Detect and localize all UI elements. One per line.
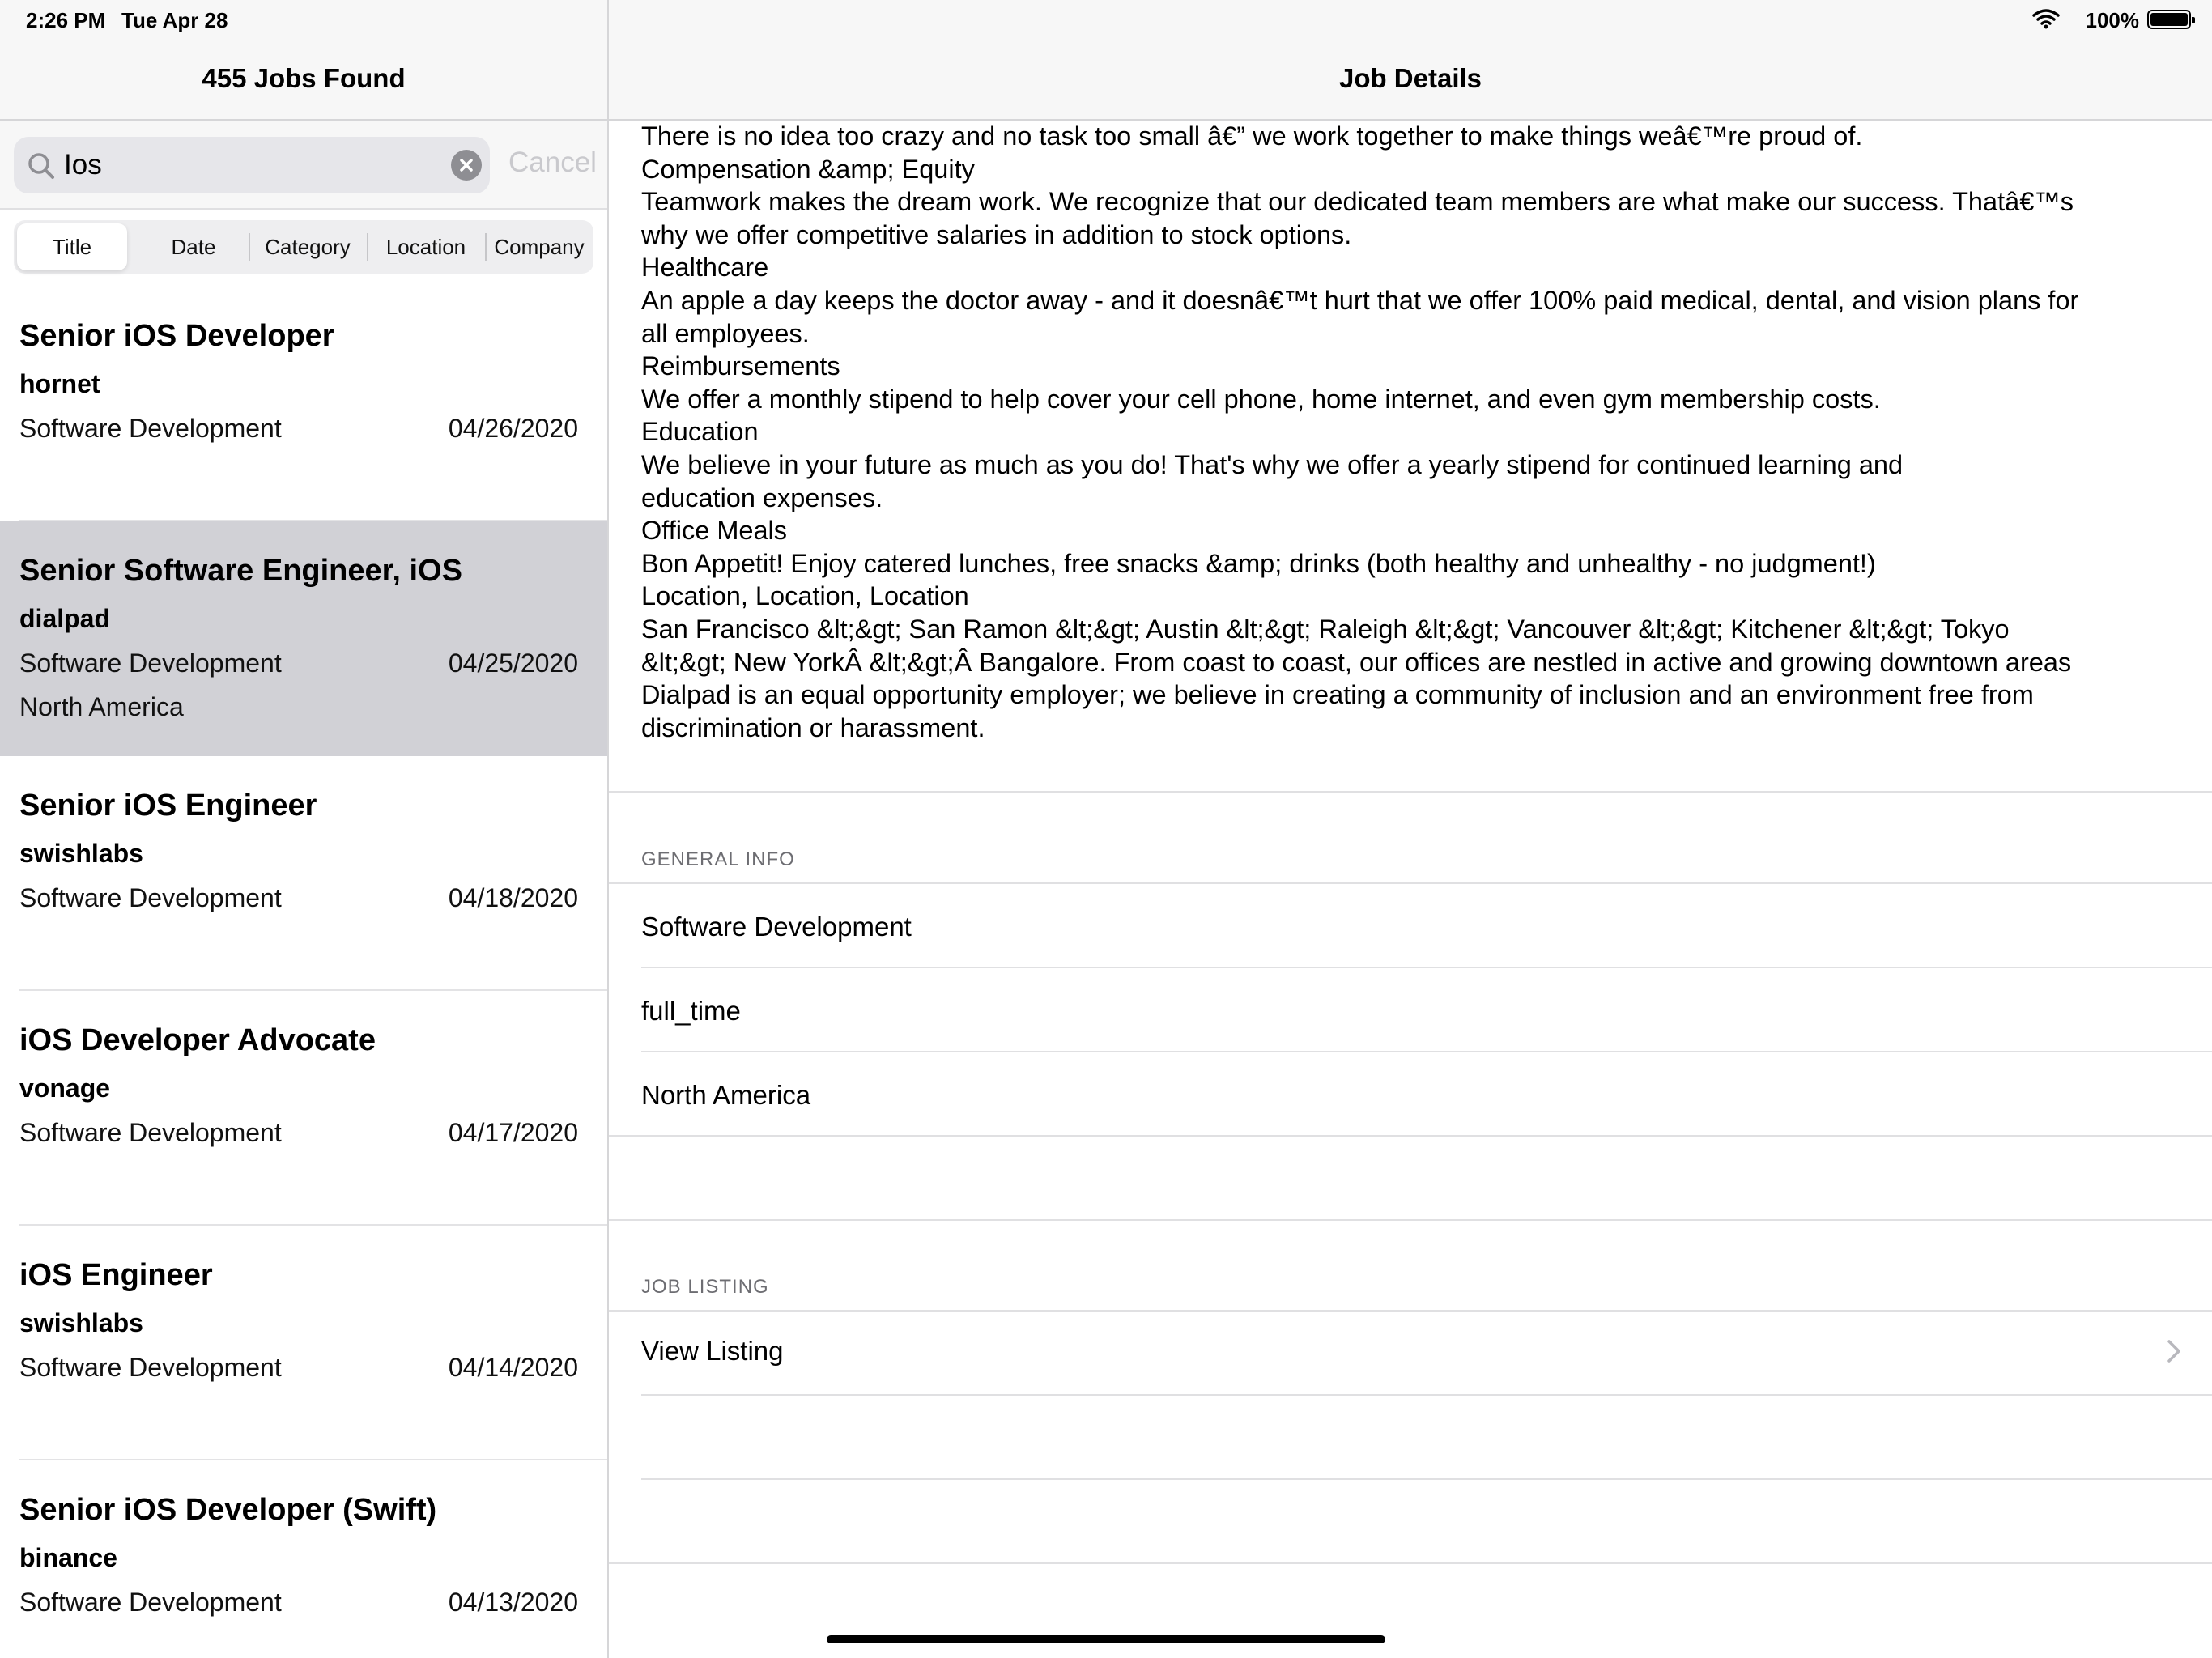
search-icon bbox=[28, 153, 54, 179]
home-indicator[interactable] bbox=[827, 1635, 1385, 1643]
section-separator bbox=[609, 1562, 2212, 1564]
description-line: Location, Location, Location bbox=[641, 581, 969, 611]
view-listing-label: View Listing bbox=[641, 1336, 784, 1366]
battery-percent: 100% bbox=[2085, 8, 2140, 32]
wifi-icon bbox=[2032, 9, 2060, 29]
job-company: dialpad bbox=[19, 604, 111, 633]
job-details-title: Job Details bbox=[1338, 63, 1482, 93]
description-line: Compensation &amp; Equity bbox=[641, 154, 975, 184]
section-separator bbox=[609, 1219, 2212, 1221]
chevron-right-icon bbox=[2167, 1340, 2180, 1363]
description-line: Education bbox=[641, 417, 759, 447]
section-separator bbox=[609, 791, 2212, 793]
segment-location[interactable]: Location bbox=[368, 223, 483, 270]
job-date: 04/18/2020 bbox=[448, 883, 578, 912]
segment-category[interactable]: Category bbox=[250, 223, 365, 270]
job-company: vonage bbox=[19, 1073, 111, 1103]
detail-navigation-bar: 100% Job Details bbox=[609, 0, 2212, 121]
job-company: swishlabs bbox=[19, 839, 143, 868]
job-detail-pane: 100% Job Details There is no idea too cr… bbox=[609, 0, 2212, 1658]
description-line: There is no idea too crazy and no task t… bbox=[641, 121, 1863, 151]
job-list-pane: 2:26 PM Tue Apr 28 455 Jobs Found Cancel bbox=[0, 0, 607, 1658]
description-line: San Francisco &lt;&gt; San Ramon &lt;&gt… bbox=[641, 614, 2010, 644]
segment-company[interactable]: Company bbox=[487, 223, 592, 270]
description-line: &lt;&gt; New YorkÂ &lt;&gt;Â Bangalore. … bbox=[641, 647, 2072, 677]
job-category: Software Development bbox=[19, 883, 282, 912]
job-date: 04/17/2020 bbox=[448, 1118, 578, 1147]
job-listing-header: JOB LISTING bbox=[641, 1276, 769, 1298]
description-line: Dialpad is an equal opportunity employer… bbox=[641, 680, 2034, 710]
job-row[interactable]: Senior iOS Developer hornet Software Dev… bbox=[0, 287, 607, 521]
cell-separator bbox=[641, 1478, 2212, 1480]
job-company: hornet bbox=[19, 369, 100, 398]
job-title: iOS Developer Advocate bbox=[19, 1023, 376, 1057]
section-separator bbox=[609, 1135, 2212, 1137]
info-employment-type: full_time bbox=[641, 996, 741, 1026]
job-row-selected[interactable]: Senior Software Engineer, iOS dialpad So… bbox=[0, 521, 607, 756]
description-line: why we offer competitive salaries in add… bbox=[641, 219, 1352, 249]
job-location: North America bbox=[19, 692, 184, 721]
status-date: Tue Apr 28 bbox=[121, 8, 228, 32]
status-indicators: 100% bbox=[1982, 6, 2195, 32]
cell-separator bbox=[641, 967, 2212, 968]
description-line: We believe in your future as much as you… bbox=[641, 449, 1904, 479]
search-field[interactable] bbox=[14, 137, 490, 193]
description-line: We offer a monthly stipend to help cover… bbox=[641, 384, 1881, 414]
cell-separator bbox=[641, 1051, 2212, 1052]
job-row[interactable]: Senior iOS Engineer swishlabs Software D… bbox=[0, 756, 607, 991]
description-line: Reimbursements bbox=[641, 351, 840, 381]
section-separator bbox=[609, 882, 2212, 884]
search-bar: Cancel bbox=[0, 121, 607, 210]
job-row[interactable]: Senior iOS Developer (Swift) binance Sof… bbox=[0, 1460, 607, 1658]
search-input[interactable] bbox=[64, 145, 436, 185]
description-line: discrimination or harassment. bbox=[641, 712, 985, 742]
job-category: Software Development bbox=[19, 414, 282, 443]
job-row[interactable]: iOS Engineer swishlabs Software Developm… bbox=[0, 1226, 607, 1460]
job-title: Senior iOS Developer (Swift) bbox=[19, 1493, 437, 1527]
info-location: North America bbox=[641, 1080, 811, 1110]
job-title: iOS Engineer bbox=[19, 1258, 213, 1292]
job-date: 04/13/2020 bbox=[448, 1588, 578, 1617]
description-line: Teamwork makes the dream work. We recogn… bbox=[641, 187, 2074, 217]
job-date: 04/26/2020 bbox=[448, 414, 578, 443]
job-list: Senior iOS Developer hornet Software Dev… bbox=[0, 287, 607, 1658]
job-title: Senior Software Engineer, iOS bbox=[19, 554, 462, 588]
sort-segmented-control: Title Date Category Location Company bbox=[14, 220, 593, 274]
general-info-header: GENERAL INFO bbox=[641, 848, 795, 870]
job-category: Software Development bbox=[19, 1118, 282, 1147]
job-row[interactable]: iOS Developer Advocate vonage Software D… bbox=[0, 991, 607, 1226]
segment-date[interactable]: Date bbox=[140, 223, 247, 270]
description-line: all employees. bbox=[641, 318, 810, 348]
view-listing-cell[interactable]: View Listing bbox=[609, 1312, 2212, 1394]
description-line: Office Meals bbox=[641, 516, 788, 546]
job-category: Software Development bbox=[19, 648, 282, 678]
job-category: Software Development bbox=[19, 1353, 282, 1382]
job-category: Software Development bbox=[19, 1588, 282, 1617]
battery-icon bbox=[2147, 10, 2195, 29]
cell-separator bbox=[641, 1394, 2212, 1396]
job-date: 04/25/2020 bbox=[448, 648, 578, 678]
segment-title[interactable]: Title bbox=[17, 223, 127, 270]
job-date: 04/14/2020 bbox=[448, 1353, 578, 1382]
cancel-button[interactable]: Cancel bbox=[508, 147, 597, 179]
job-company: binance bbox=[19, 1543, 117, 1572]
description-line: education expenses. bbox=[641, 483, 883, 512]
jobs-found-title: 455 Jobs Found bbox=[202, 63, 406, 93]
master-navigation-bar: 2:26 PM Tue Apr 28 455 Jobs Found bbox=[0, 0, 607, 121]
job-company: swishlabs bbox=[19, 1308, 143, 1337]
status-time: 2:26 PM bbox=[26, 8, 106, 32]
job-title: Senior iOS Developer bbox=[19, 319, 334, 353]
info-category: Software Development bbox=[641, 912, 912, 942]
description-line: An apple a day keeps the doctor away - a… bbox=[641, 285, 2079, 315]
job-title: Senior iOS Engineer bbox=[19, 789, 317, 823]
description-line: Healthcare bbox=[641, 253, 769, 283]
clear-search-icon[interactable] bbox=[451, 150, 482, 181]
description-line: Bon Appetit! Enjoy catered lunches, free… bbox=[641, 548, 1876, 578]
job-description: There is no idea too crazy and no task t… bbox=[641, 120, 2180, 744]
